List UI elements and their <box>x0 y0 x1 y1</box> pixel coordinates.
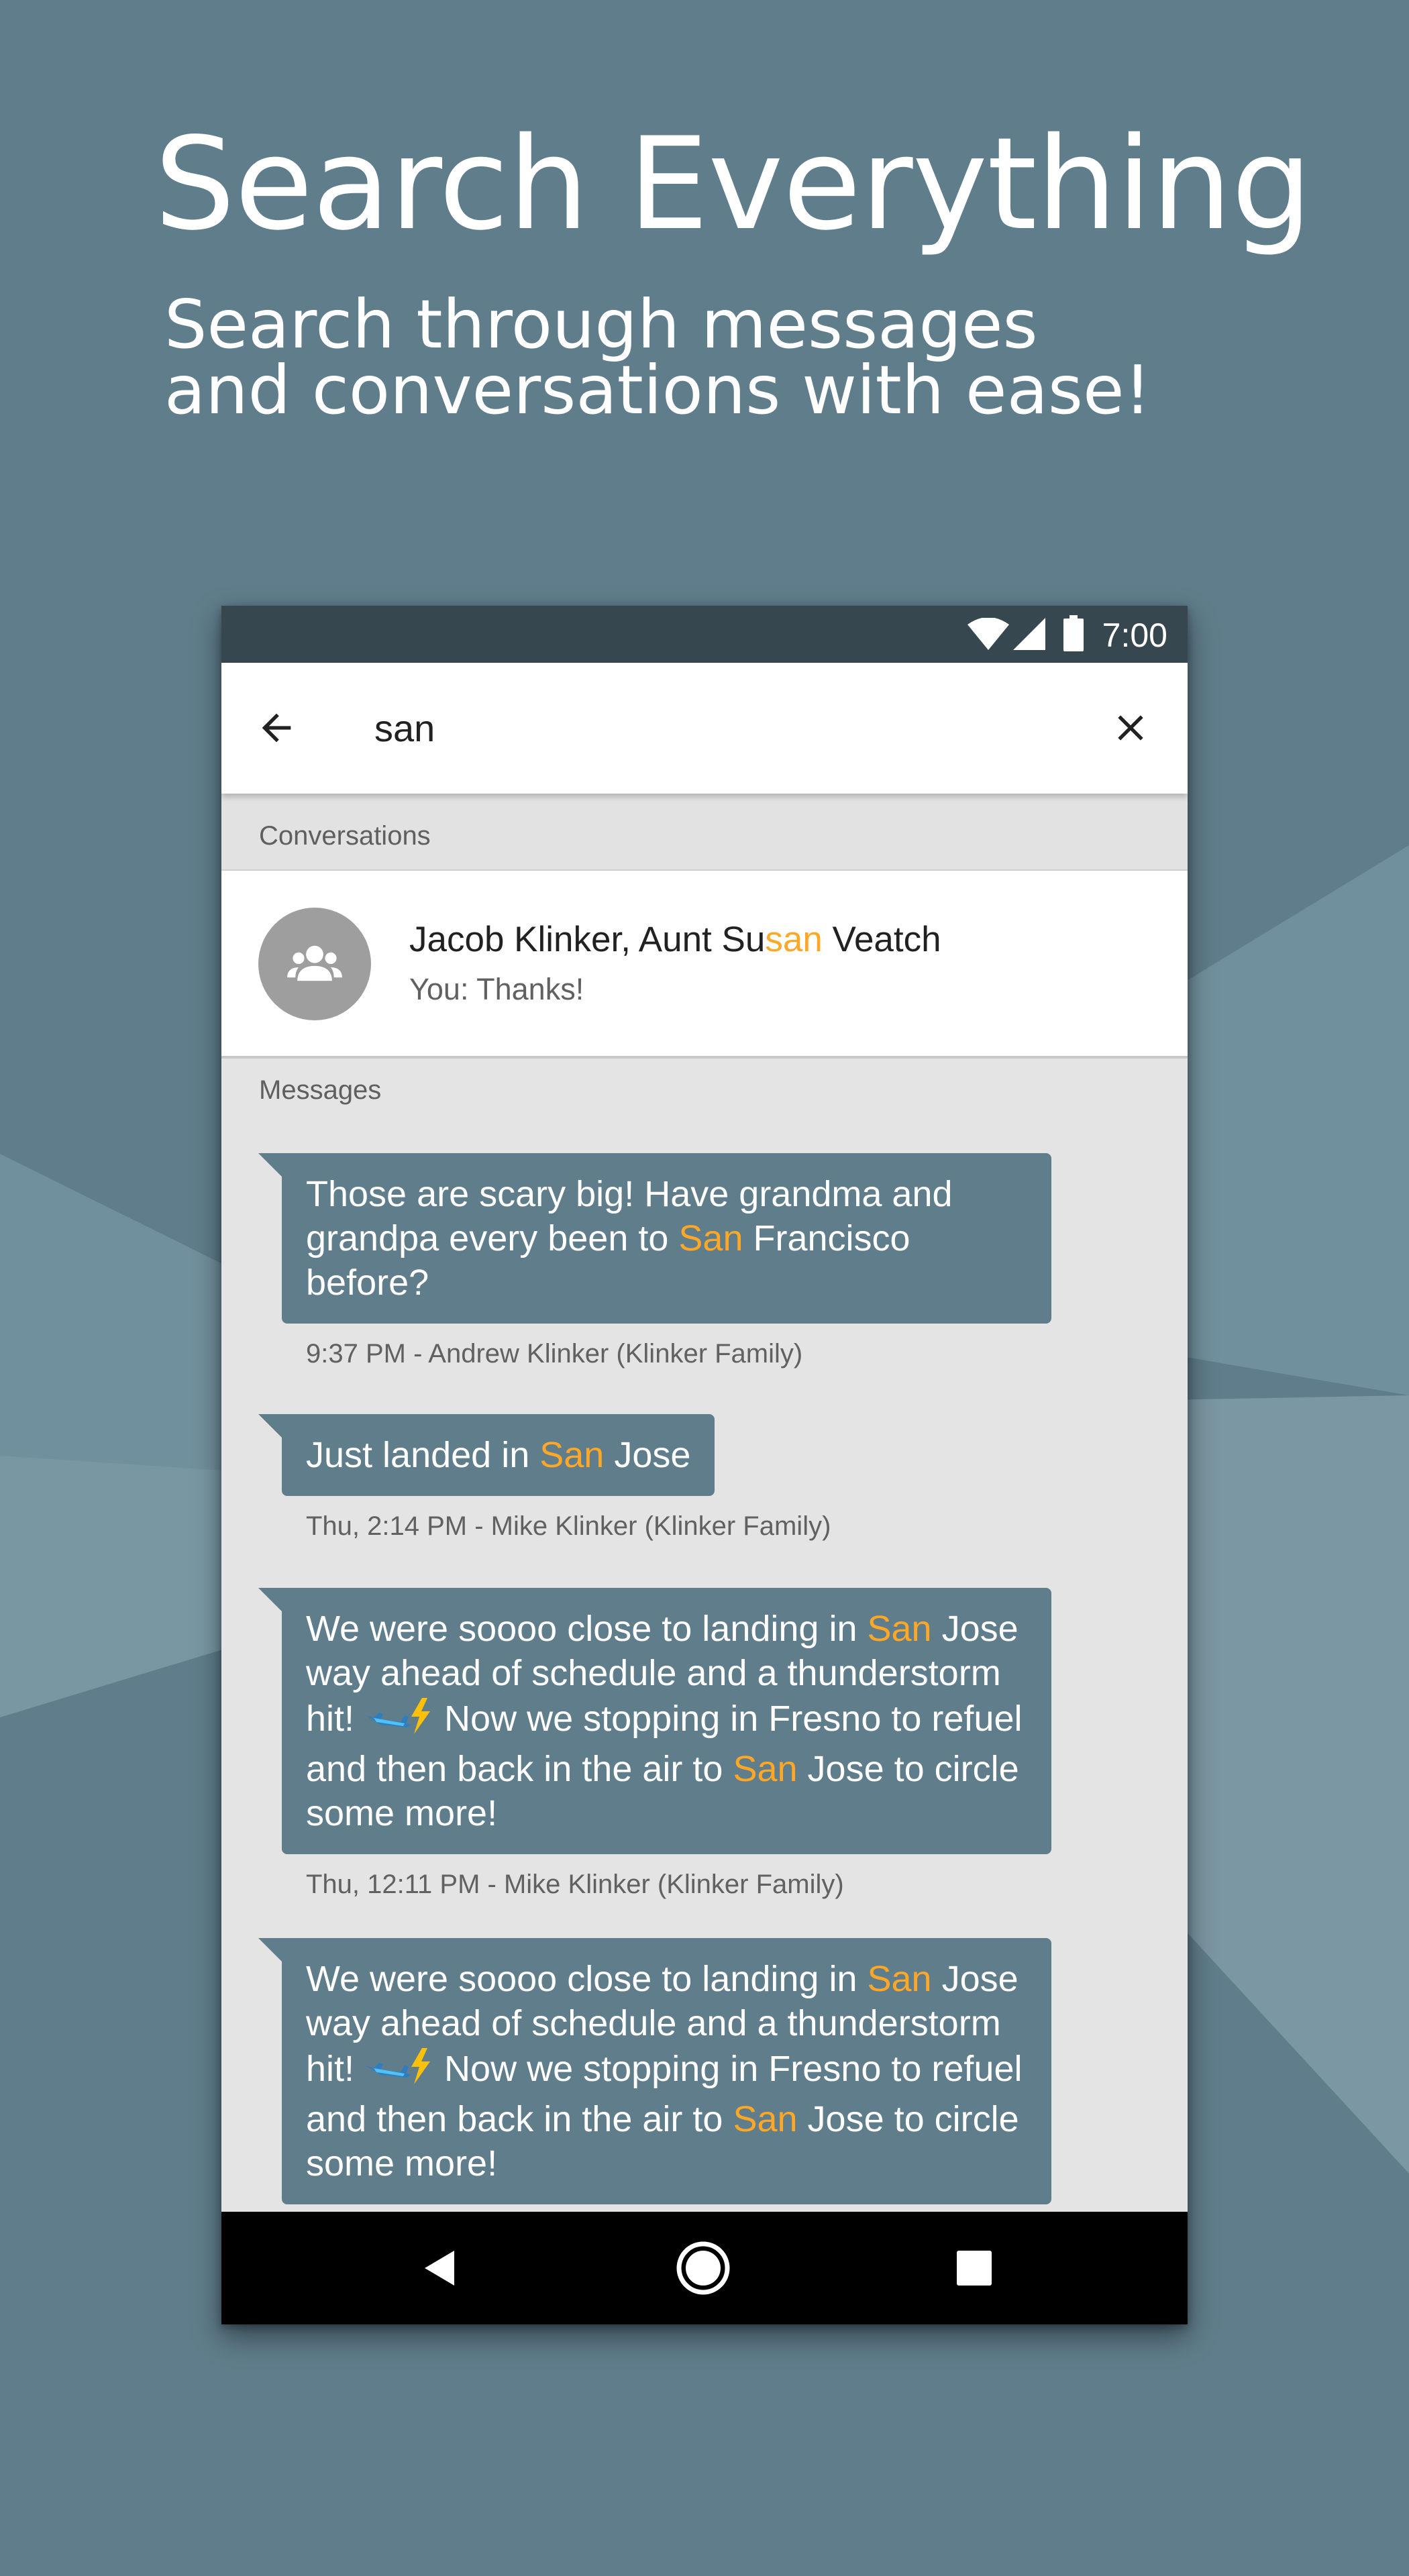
nav-recents-icon <box>957 2251 992 2286</box>
conversation-title: Jacob Klinker, Aunt Susan Veatch <box>409 918 941 962</box>
conversation-title-text: Jacob Klinker, Aunt Su <box>409 920 766 959</box>
search-input[interactable]: san <box>374 703 435 754</box>
avatar <box>258 908 371 1020</box>
message-result[interactable]: Those are scary big! Have grandma and gr… <box>258 1153 1051 1371</box>
arrow-back-icon <box>262 713 291 743</box>
search-match-highlight-2: San <box>733 1749 798 1789</box>
search-match-highlight: San <box>867 1959 932 1999</box>
conversation-title-text-end: Veatch <box>822 920 941 959</box>
conversations-section-header: Conversations <box>221 797 1188 869</box>
search-match-highlight: san <box>765 920 823 959</box>
message-bubble: Just landed in San Jose <box>258 1414 715 1496</box>
system-nav-bar <box>221 2212 1188 2324</box>
messages-header-label: Messages <box>259 1075 382 1105</box>
search-match-highlight-2: San <box>733 2099 798 2139</box>
message-meta: Thu, 2:14 PM - Mike Klinker (Klinker Fam… <box>306 1511 831 1541</box>
conversation-item[interactable]: Jacob Klinker, Aunt Susan Veatch You: Th… <box>221 869 1188 1059</box>
message-bubble: Those are scary big! Have grandma and gr… <box>258 1153 1051 1324</box>
conversation-snippet: You: Thanks! <box>409 972 584 1006</box>
message-text: We were soooo close to landing in <box>306 1959 868 1999</box>
group-icon <box>287 945 342 981</box>
message-bubble: We were soooo close to landing in San Jo… <box>258 1588 1051 1854</box>
message-text-end: Jose <box>604 1435 691 1475</box>
page-subheadline: Search through messages and conversation… <box>164 285 1151 429</box>
airplane-lightning-emoji <box>364 2045 434 2097</box>
message-result[interactable]: We were soooo close to landing in San Jo… <box>258 1588 1051 1901</box>
nav-home-icon <box>676 2241 730 2295</box>
nav-back-icon <box>425 2251 454 2286</box>
message-result[interactable]: Just landed in San Jose Thu, 2:14 PM - M… <box>258 1414 831 1543</box>
message-meta: Thu, 12:11 PM - Mike Klinker (Klinker Fa… <box>306 1870 844 1899</box>
search-bar: san <box>221 663 1188 794</box>
back-button[interactable] <box>236 688 317 768</box>
nav-back-button[interactable] <box>399 2228 480 2308</box>
battery-icon <box>1063 615 1084 651</box>
search-match-highlight: San <box>867 1609 932 1649</box>
close-icon <box>1118 715 1143 741</box>
cell-signal-icon <box>1013 618 1045 650</box>
status-time: 7:00 <box>1102 616 1167 654</box>
status-bar: 7:00 <box>221 606 1188 663</box>
search-match-highlight: San <box>678 1218 743 1258</box>
airplane-lightning-emoji <box>364 1695 434 1747</box>
message-bubble: We were soooo close to landing in San Jo… <box>258 1938 1051 2204</box>
phone-screen: 7:00 san Conversations Jacob Klinker, Au… <box>221 606 1188 2324</box>
wifi-icon <box>968 618 1009 650</box>
message-text: Just landed in <box>306 1435 540 1475</box>
message-meta: 9:37 PM - Andrew Klinker (Klinker Family… <box>306 1339 803 1368</box>
message-result[interactable]: We were soooo close to landing in San Jo… <box>258 1938 1051 2204</box>
conversations-header-label: Conversations <box>259 821 431 851</box>
search-match-highlight: San <box>539 1435 605 1475</box>
page-headline: Search Everything <box>154 110 1312 258</box>
nav-recents-button[interactable] <box>934 2228 1014 2308</box>
message-text: We were soooo close to landing in <box>306 1609 868 1649</box>
clear-search-button[interactable] <box>1090 688 1171 768</box>
nav-home-button[interactable] <box>663 2228 743 2308</box>
subheadline-line-2: and conversations with ease! <box>164 351 1151 429</box>
messages-section-header: Messages <box>221 1059 1188 1112</box>
subheadline-line-1: Search through messages <box>164 285 1038 364</box>
